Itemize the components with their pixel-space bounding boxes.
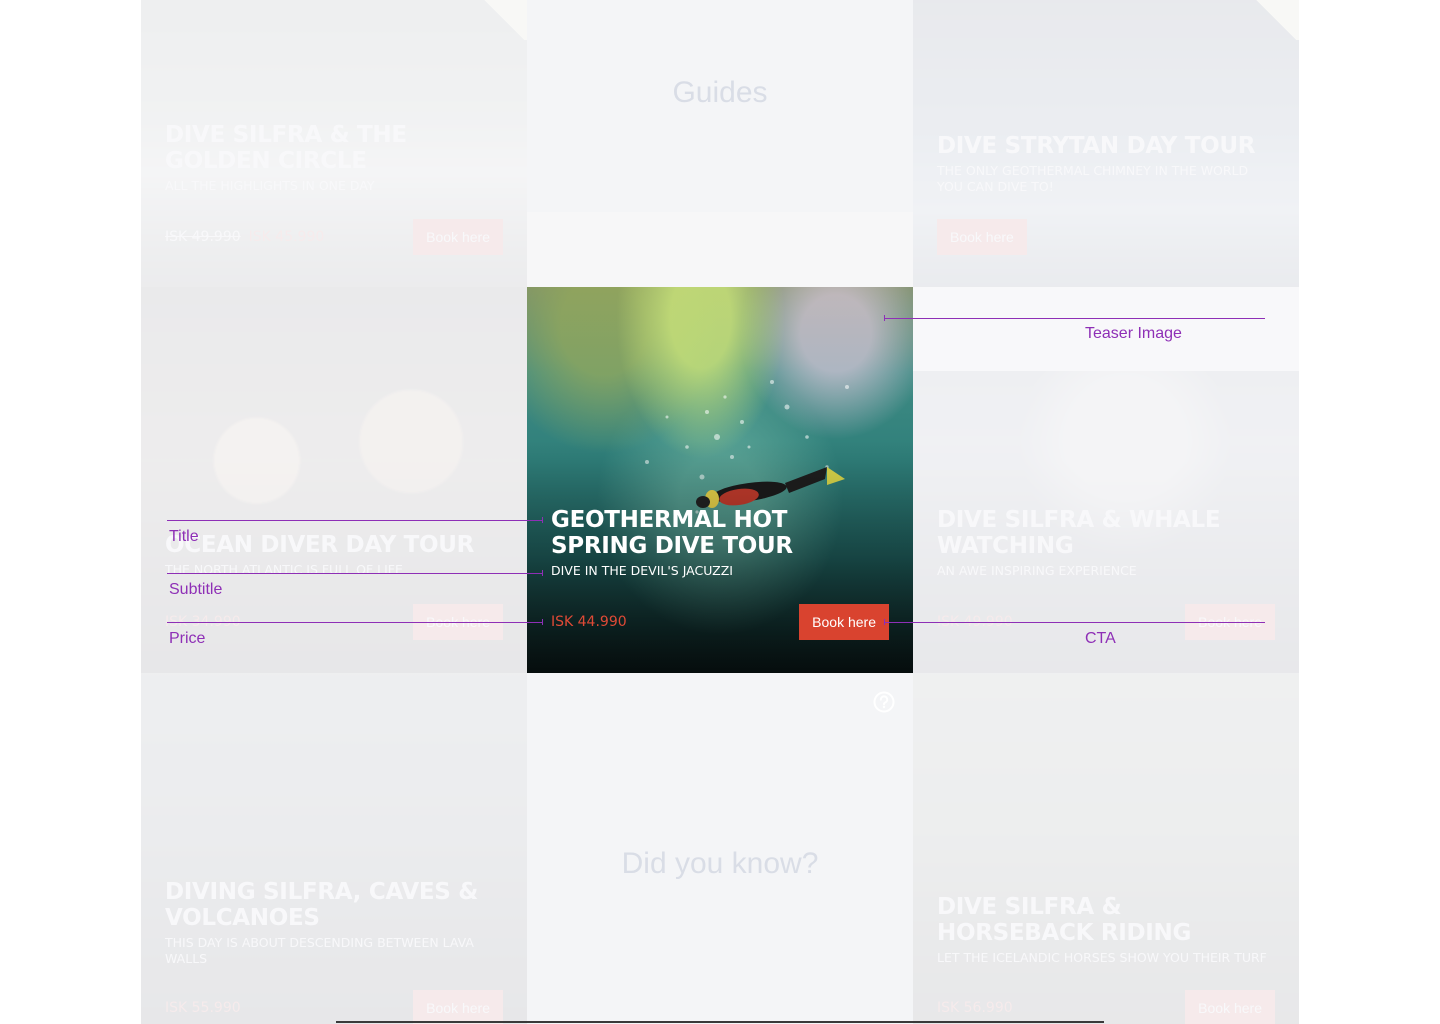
book-here-button[interactable]: Book here	[799, 604, 889, 640]
tour-card-content: Dive Silfra & Horseback Riding Let the I…	[937, 894, 1275, 966]
tour-card-new-price: ISK 45.990	[248, 229, 325, 245]
book-here-button[interactable]: Book here	[413, 219, 503, 255]
tour-card-silfra-whale[interactable]: Dive Silfra & Whale Watching An awe insp…	[913, 287, 1299, 673]
tour-card-content: Diving Silfra, Caves & Volcanoes This da…	[165, 879, 503, 967]
cta-annotation-line	[884, 622, 1265, 623]
tour-card-subtitle: An awe inspiring experience	[937, 563, 1137, 578]
tour-card-content: Geothermal Hot Spring Dive Tour Dive in …	[551, 507, 889, 579]
price-annotation-tick	[542, 619, 543, 625]
title-annotation-label: Title	[169, 528, 199, 545]
subtitle-annotation-label: Subtitle	[169, 581, 223, 598]
tour-card-price: ISK 56.990	[937, 1000, 1013, 1016]
tour-card-price: ISK 55.990	[165, 1000, 241, 1016]
tour-card-subtitle: Dive in the Devil's Jacuzzi	[551, 563, 733, 578]
tour-card-content: Dive Strytan Day Tour The only geotherma…	[937, 133, 1275, 195]
ribbon-corner	[1253, 0, 1299, 40]
tour-card-silfra-caves-volcanoes[interactable]: Diving Silfra, Caves & Volcanoes This da…	[141, 673, 527, 1024]
tour-card-title: Dive Silfra & Horseback Riding	[937, 894, 1192, 946]
book-here-button[interactable]: Book here	[1185, 990, 1275, 1024]
tour-card-silfra-horseback[interactable]: Dive Silfra & Horseback Riding Let the I…	[913, 673, 1299, 1024]
tour-card-price-row: ISK 49.990 ISK 45.990 Book here	[165, 219, 503, 255]
tour-card-title: Geothermal Hot Spring Dive Tour	[551, 507, 793, 559]
tour-card-price-row: Book here	[937, 219, 1275, 255]
guides-tile[interactable]: Guides	[527, 0, 913, 287]
cta-annotation-tick	[884, 619, 885, 625]
price-annotation-line	[167, 622, 543, 623]
tour-card-title: Dive Strytan Day Tour	[937, 133, 1256, 159]
tour-card-price-row: ISK 55.990 Book here	[165, 990, 503, 1024]
tour-grid: Dive Silfra & the Golden Circle All the …	[141, 0, 1299, 1024]
guides-tile-footer	[527, 212, 913, 287]
title-annotation-tick	[542, 517, 543, 523]
tour-card-subtitle: Let the Icelandic horses show you their …	[937, 950, 1267, 965]
tour-card-price-row: ISK 44.990 Book here	[551, 604, 889, 640]
tour-card-price-row: ISK 56.990 Book here	[937, 990, 1275, 1024]
bottom-divider	[336, 1021, 1104, 1023]
did-you-know-tile[interactable]: Did you know?	[527, 673, 913, 1024]
tour-card-title: Dive Silfra & the Golden Circle	[165, 122, 407, 174]
tour-card-content: Dive Silfra & the Golden Circle All the …	[165, 122, 503, 194]
tour-card-title: Ocean Diver Day Tour	[165, 532, 475, 558]
tour-card-geothermal-hot-spring[interactable]: Geothermal Hot Spring Dive Tour Dive in …	[527, 287, 913, 673]
tour-card-content: Dive Silfra & Whale Watching An awe insp…	[937, 507, 1275, 579]
question-circle-icon[interactable]	[873, 691, 895, 713]
tour-card-subtitle: The only geothermal chimney in the world…	[937, 163, 1249, 194]
subtitle-annotation-line	[167, 573, 543, 574]
teaser-image-annotation-line	[884, 318, 1265, 319]
tour-card-subtitle: This day is about descending between lav…	[165, 935, 474, 966]
tour-card-price: ISK 49.990 ISK 45.990	[165, 229, 324, 245]
tour-card-old-price: ISK 49.990	[165, 229, 241, 245]
subtitle-annotation-tick	[542, 570, 543, 576]
tour-card-title: Diving Silfra, Caves & Volcanoes	[165, 879, 478, 931]
tour-card-ocean-diver[interactable]: Ocean Diver Day Tour The North Atlantic …	[141, 287, 527, 673]
tour-card-subtitle: All the highlights in one day	[165, 178, 375, 193]
book-here-button[interactable]: Book here	[413, 990, 503, 1024]
teaser-image-annotation-label: Teaser Image	[1085, 325, 1182, 342]
tour-card-title: Dive Silfra & Whale Watching	[937, 507, 1221, 559]
tour-card-content: Ocean Diver Day Tour The North Atlantic …	[165, 532, 503, 578]
cta-annotation-label: CTA	[1085, 630, 1116, 647]
title-annotation-line	[167, 520, 543, 521]
did-you-know-label: Did you know?	[621, 847, 819, 880]
teaser-image-annotation-tick	[884, 315, 885, 321]
ribbon-corner	[481, 0, 527, 40]
guides-label: Guides	[672, 76, 768, 109]
tour-card-price: ISK 44.990	[551, 614, 627, 630]
price-annotation-label: Price	[169, 630, 206, 647]
book-here-button[interactable]: Book here	[937, 219, 1027, 255]
tour-card-subtitle: The North Atlantic is full of life	[165, 562, 403, 577]
